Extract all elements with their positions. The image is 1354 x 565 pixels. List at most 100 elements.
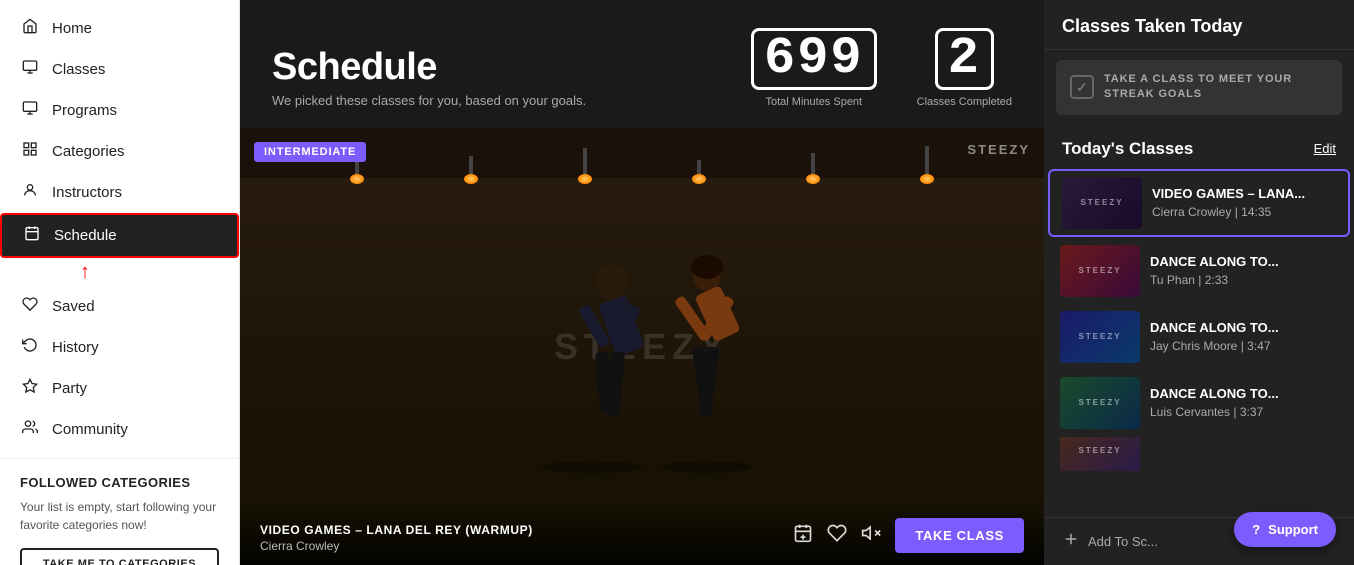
sidebar-item-label-party: Party — [52, 380, 87, 397]
class-info-2: DANCE ALONG TO... Tu Phan | 2:33 — [1150, 254, 1279, 287]
add-to-schedule-icon[interactable] — [793, 523, 813, 548]
sidebar-item-programs[interactable]: Programs — [0, 90, 239, 131]
sidebar-item-label-saved: Saved — [52, 298, 95, 315]
stat-classes-label: Classes Completed — [917, 96, 1012, 108]
sidebar-item-party[interactable]: Party — [0, 368, 239, 409]
sidebar-item-label-categories: Categories — [52, 143, 125, 160]
class-item-3[interactable]: STEEZY DANCE ALONG TO... Jay Chris Moore… — [1048, 305, 1350, 369]
edit-link[interactable]: Edit — [1314, 141, 1336, 156]
schedule-header: Schedule We picked these classes for you… — [240, 0, 1044, 128]
schedule-page-title: Schedule — [272, 46, 586, 89]
video-area[interactable]: INTERMEDIATE STEEZY STEEZY — [240, 128, 1044, 565]
thumb-logo-2: STEEZY — [1060, 245, 1140, 297]
class-item-4[interactable]: STEEZY DANCE ALONG TO... Luis Cervantes … — [1048, 371, 1350, 435]
video-class-title: VIDEO GAMES – LANA DEL REY (WARMUP) — [260, 523, 533, 537]
right-panel-header: Classes Taken Today — [1044, 0, 1354, 50]
thumb-logo-3: STEEZY — [1060, 311, 1140, 363]
programs-icon — [20, 100, 40, 121]
thumb-logo-5: STEEZY — [1060, 437, 1140, 471]
volume-icon[interactable] — [861, 523, 881, 548]
class-thumb-2: STEEZY — [1060, 245, 1140, 297]
sidebar-nav: Home Classes Programs Categories Instruc — [0, 0, 239, 458]
todays-classes-title: Today's Classes — [1062, 139, 1193, 159]
support-button[interactable]: ? Support — [1234, 512, 1336, 547]
party-icon — [20, 378, 40, 399]
stat-minutes: 699 Total Minutes Spent — [751, 28, 877, 108]
schedule-stats: 699 Total Minutes Spent 2 Classes Comple… — [751, 28, 1012, 108]
light-3 — [583, 148, 587, 178]
class-thumb-5: STEEZY — [1060, 437, 1140, 477]
class-title-2: DANCE ALONG TO... — [1150, 254, 1279, 271]
stat-minutes-value: 699 — [751, 28, 877, 90]
categories-icon — [20, 141, 40, 162]
sidebar-item-schedule[interactable]: Schedule — [0, 213, 239, 258]
sidebar-item-history[interactable]: History — [0, 327, 239, 368]
schedule-title-section: Schedule We picked these classes for you… — [272, 46, 586, 108]
main-content: Schedule We picked these classes for you… — [240, 0, 1044, 565]
class-info-1: VIDEO GAMES – LANA... Cierra Crowley | 1… — [1152, 186, 1305, 219]
classes-taken-today-title: Classes Taken Today — [1062, 16, 1336, 37]
sidebar-item-saved[interactable]: Saved — [0, 286, 239, 327]
sidebar-item-label-community: Community — [52, 421, 128, 438]
video-controls: TAKE CLASS — [793, 518, 1024, 553]
stat-minutes-label: Total Minutes Spent — [751, 96, 877, 108]
todays-classes-header: Today's Classes Edit — [1044, 125, 1354, 169]
class-item-1[interactable]: STEEZY VIDEO GAMES – LANA... Cierra Crow… — [1048, 169, 1350, 237]
right-panel: Classes Taken Today ✓ TAKE A CLASS TO ME… — [1044, 0, 1354, 565]
stat-classes-value: 2 — [935, 28, 994, 90]
community-icon — [20, 419, 40, 440]
streak-check-icon: ✓ — [1070, 75, 1094, 99]
followed-categories-text: Your list is empty, start following your… — [20, 498, 219, 534]
followed-categories-title: Followed Categories — [20, 475, 219, 490]
class-title-4: DANCE ALONG TO... — [1150, 386, 1279, 403]
streak-text: TAKE A CLASS TO MEET YOUR STREAK GOALS — [1104, 72, 1328, 103]
take-class-button[interactable]: TAKE CLASS — [895, 518, 1024, 553]
classes-icon — [20, 59, 40, 80]
support-label: Support — [1268, 522, 1318, 537]
sidebar-item-categories[interactable]: Categories — [0, 131, 239, 172]
sidebar-item-classes[interactable]: Classes — [0, 49, 239, 90]
class-info-4: DANCE ALONG TO... Luis Cervantes | 3:37 — [1150, 386, 1279, 419]
video-bottom-bar: VIDEO GAMES – LANA DEL REY (WARMUP) Cier… — [240, 502, 1044, 565]
class-meta-3: Jay Chris Moore | 3:47 — [1150, 339, 1279, 353]
light-6 — [925, 146, 929, 178]
video-difficulty-badge: INTERMEDIATE — [254, 142, 366, 162]
light-5 — [811, 153, 815, 178]
class-item-2[interactable]: STEEZY DANCE ALONG TO... Tu Phan | 2:33 — [1048, 239, 1350, 303]
favorite-icon[interactable] — [827, 523, 847, 548]
sidebar-item-label-home: Home — [52, 20, 92, 37]
sidebar-item-label-history: History — [52, 339, 99, 356]
home-icon — [20, 18, 40, 39]
class-title-1: VIDEO GAMES – LANA... — [1152, 186, 1305, 203]
video-background: STEEZY — [240, 128, 1044, 565]
class-meta-2: Tu Phan | 2:33 — [1150, 273, 1279, 287]
red-arrow-indicator: ↑ — [80, 261, 90, 284]
thumb-logo-1: STEEZY — [1062, 177, 1142, 229]
class-thumb-4: STEEZY — [1060, 377, 1140, 429]
followed-categories-section: Followed Categories Your list is empty, … — [0, 458, 239, 565]
support-icon: ? — [1252, 522, 1260, 537]
video-info: VIDEO GAMES – LANA DEL REY (WARMUP) Cier… — [260, 523, 533, 553]
class-title-3: DANCE ALONG TO... — [1150, 320, 1279, 337]
dancer-1 — [578, 264, 645, 417]
sidebar-item-label-classes: Classes — [52, 61, 105, 78]
class-meta-4: Luis Cervantes | 3:37 — [1150, 405, 1279, 419]
stat-classes: 2 Classes Completed — [917, 28, 1012, 108]
sidebar-item-community[interactable]: Community — [0, 409, 239, 450]
sidebar-item-home[interactable]: Home — [0, 8, 239, 49]
sidebar-item-instructors[interactable]: Instructors — [0, 172, 239, 213]
instructors-icon — [20, 182, 40, 203]
saved-icon — [20, 296, 40, 317]
sidebar-item-label-programs: Programs — [52, 102, 117, 119]
schedule-subtitle: We picked these classes for you, based o… — [272, 93, 586, 108]
class-thumb-3: STEEZY — [1060, 311, 1140, 363]
video-watermark: STEEZY — [967, 142, 1030, 157]
dancer-2 — [674, 255, 741, 417]
class-list: STEEZY VIDEO GAMES – LANA... Cierra Crow… — [1044, 169, 1354, 479]
light-2 — [469, 156, 473, 178]
sidebar-item-label-instructors: Instructors — [52, 184, 122, 201]
schedule-icon — [22, 225, 42, 246]
categories-page-button[interactable]: TAKE ME TO CATEGORIES PAGE — [20, 548, 219, 565]
streak-banner: ✓ TAKE A CLASS TO MEET YOUR STREAK GOALS — [1056, 60, 1342, 115]
class-item-5[interactable]: STEEZY — [1048, 437, 1350, 477]
